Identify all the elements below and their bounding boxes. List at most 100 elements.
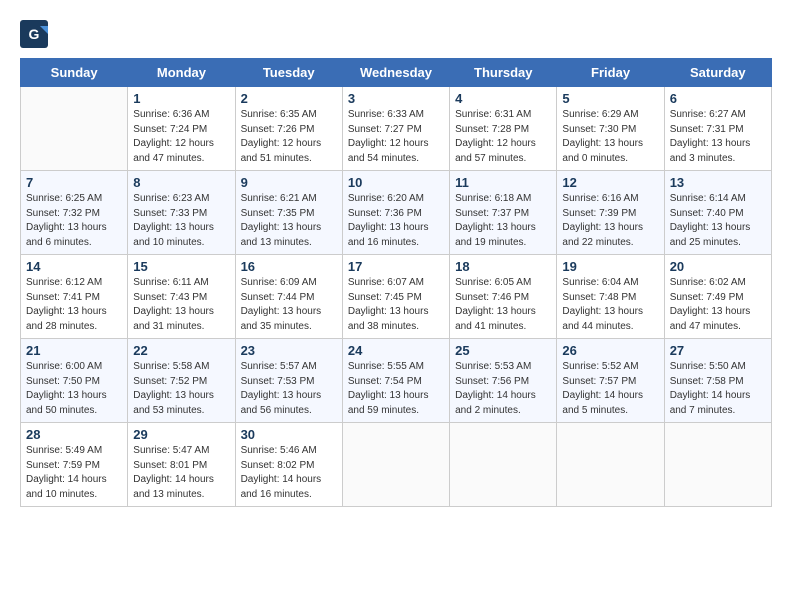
day-number: 19 [562,259,658,274]
day-info: Sunrise: 6:21 AMSunset: 7:35 PMDaylight:… [241,192,337,250]
day-info: Sunrise: 5:49 AMSunset: 7:59 PMDaylight:… [26,444,122,502]
day-number: 25 [455,343,551,358]
calendar-cell: 11 Sunrise: 6:18 AMSunset: 7:37 PMDayligh… [450,171,557,255]
day-number: 9 [241,175,337,190]
day-number: 21 [26,343,122,358]
calendar-cell [664,423,771,507]
day-number: 22 [133,343,229,358]
day-info: Sunrise: 6:09 AMSunset: 7:44 PMDaylight:… [241,276,337,334]
day-number: 15 [133,259,229,274]
calendar-cell: 22 Sunrise: 5:58 AMSunset: 7:52 PMDayligh… [128,339,235,423]
calendar-cell [21,87,128,171]
calendar-cell: 23 Sunrise: 5:57 AMSunset: 7:53 PMDayligh… [235,339,342,423]
day-info: Sunrise: 5:55 AMSunset: 7:54 PMDaylight:… [348,360,444,418]
calendar-cell [342,423,449,507]
calendar-cell: 1 Sunrise: 6:36 AMSunset: 7:24 PMDaylight… [128,87,235,171]
calendar-cell: 8 Sunrise: 6:23 AMSunset: 7:33 PMDaylight… [128,171,235,255]
day-info: Sunrise: 6:35 AMSunset: 7:26 PMDaylight:… [241,108,337,166]
day-number: 26 [562,343,658,358]
day-info: Sunrise: 6:04 AMSunset: 7:48 PMDaylight:… [562,276,658,334]
calendar-cell: 6 Sunrise: 6:27 AMSunset: 7:31 PMDaylight… [664,87,771,171]
calendar-cell: 15 Sunrise: 6:11 AMSunset: 7:43 PMDayligh… [128,255,235,339]
day-info: Sunrise: 6:33 AMSunset: 7:27 PMDaylight:… [348,108,444,166]
day-info: Sunrise: 6:36 AMSunset: 7:24 PMDaylight:… [133,108,229,166]
calendar-cell: 2Sunrise: 6:35 AMSunset: 7:26 PMDaylight… [235,87,342,171]
day-number: 17 [348,259,444,274]
day-number: 16 [241,259,337,274]
day-number: 29 [133,427,229,442]
day-info: Sunrise: 6:20 AMSunset: 7:36 PMDaylight:… [348,192,444,250]
day-number: 7 [26,175,122,190]
calendar-week-3: 14 Sunrise: 6:12 AMSunset: 7:41 PMDayligh… [21,255,772,339]
day-info: Sunrise: 6:23 AMSunset: 7:33 PMDaylight:… [133,192,229,250]
day-number: 28 [26,427,122,442]
calendar-cell: 10 Sunrise: 6:20 AMSunset: 7:36 PMDayligh… [342,171,449,255]
weekday-header-thursday: Thursday [450,59,557,87]
day-info: Sunrise: 5:46 AMSunset: 8:02 PMDaylight:… [241,444,337,502]
weekday-header-wednesday: Wednesday [342,59,449,87]
weekday-header-saturday: Saturday [664,59,771,87]
day-info: Sunrise: 6:11 AMSunset: 7:43 PMDaylight:… [133,276,229,334]
calendar-cell: 21 Sunrise: 6:00 AMSunset: 7:50 PMDayligh… [21,339,128,423]
page-header: G [20,20,772,48]
day-info: Sunrise: 6:00 AMSunset: 7:50 PMDaylight:… [26,360,122,418]
day-number: 24 [348,343,444,358]
weekday-header-tuesday: Tuesday [235,59,342,87]
day-number: 12 [562,175,658,190]
day-info: Sunrise: 5:58 AMSunset: 7:52 PMDaylight:… [133,360,229,418]
day-number: 6 [670,91,766,106]
logo: G [20,20,50,48]
day-number: 23 [241,343,337,358]
logo-icon: G [20,20,48,48]
calendar-cell: 29 Sunrise: 5:47 AMSunset: 8:01 PMDayligh… [128,423,235,507]
day-info: Sunrise: 5:50 AMSunset: 7:58 PMDaylight:… [670,360,766,418]
weekday-header-monday: Monday [128,59,235,87]
calendar-cell [557,423,664,507]
day-number: 8 [133,175,229,190]
calendar-week-5: 28 Sunrise: 5:49 AMSunset: 7:59 PMDayligh… [21,423,772,507]
day-info: Sunrise: 5:57 AMSunset: 7:53 PMDaylight:… [241,360,337,418]
calendar-cell: 25Sunrise: 5:53 AMSunset: 7:56 PMDayligh… [450,339,557,423]
calendar-cell: 3Sunrise: 6:33 AMSunset: 7:27 PMDaylight… [342,87,449,171]
calendar-cell: 9 Sunrise: 6:21 AMSunset: 7:35 PMDaylight… [235,171,342,255]
calendar-cell: 17 Sunrise: 6:07 AMSunset: 7:45 PMDayligh… [342,255,449,339]
day-info: Sunrise: 6:29 AMSunset: 7:30 PMDaylight:… [562,108,658,166]
day-number: 4 [455,91,551,106]
calendar-cell: 14 Sunrise: 6:12 AMSunset: 7:41 PMDayligh… [21,255,128,339]
day-number: 18 [455,259,551,274]
weekday-header-friday: Friday [557,59,664,87]
calendar-cell: 12 Sunrise: 6:16 AMSunset: 7:39 PMDayligh… [557,171,664,255]
day-info: Sunrise: 5:47 AMSunset: 8:01 PMDaylight:… [133,444,229,502]
calendar-cell: 7Sunrise: 6:25 AMSunset: 7:32 PMDaylight… [21,171,128,255]
day-info: Sunrise: 6:07 AMSunset: 7:45 PMDaylight:… [348,276,444,334]
calendar-cell: 13 Sunrise: 6:14 AMSunset: 7:40 PMDayligh… [664,171,771,255]
svg-text:G: G [29,26,40,42]
calendar-table: SundayMondayTuesdayWednesdayThursdayFrid… [20,58,772,507]
day-number: 13 [670,175,766,190]
day-number: 14 [26,259,122,274]
day-number: 20 [670,259,766,274]
day-info: Sunrise: 6:12 AMSunset: 7:41 PMDaylight:… [26,276,122,334]
calendar-cell: 26 Sunrise: 5:52 AMSunset: 7:57 PMDayligh… [557,339,664,423]
calendar-cell: 5Sunrise: 6:29 AMSunset: 7:30 PMDaylight… [557,87,664,171]
day-number: 30 [241,427,337,442]
calendar-cell: 16 Sunrise: 6:09 AMSunset: 7:44 PMDayligh… [235,255,342,339]
day-info: Sunrise: 5:52 AMSunset: 7:57 PMDaylight:… [562,360,658,418]
day-number: 10 [348,175,444,190]
calendar-header: SundayMondayTuesdayWednesdayThursdayFrid… [21,59,772,87]
day-info: Sunrise: 6:14 AMSunset: 7:40 PMDaylight:… [670,192,766,250]
day-info: Sunrise: 6:02 AMSunset: 7:49 PMDaylight:… [670,276,766,334]
day-number: 1 [133,91,229,106]
calendar-week-4: 21 Sunrise: 6:00 AMSunset: 7:50 PMDayligh… [21,339,772,423]
day-info: Sunrise: 6:27 AMSunset: 7:31 PMDaylight:… [670,108,766,166]
day-info: Sunrise: 6:31 AMSunset: 7:28 PMDaylight:… [455,108,551,166]
calendar-cell: 28 Sunrise: 5:49 AMSunset: 7:59 PMDayligh… [21,423,128,507]
day-info: Sunrise: 6:18 AMSunset: 7:37 PMDaylight:… [455,192,551,250]
calendar-cell: 30 Sunrise: 5:46 AMSunset: 8:02 PMDayligh… [235,423,342,507]
calendar-cell: 20 Sunrise: 6:02 AMSunset: 7:49 PMDayligh… [664,255,771,339]
calendar-cell: 19 Sunrise: 6:04 AMSunset: 7:48 PMDayligh… [557,255,664,339]
calendar-cell: 18Sunrise: 6:05 AMSunset: 7:46 PMDayligh… [450,255,557,339]
day-number: 11 [455,175,551,190]
day-info: Sunrise: 6:16 AMSunset: 7:39 PMDaylight:… [562,192,658,250]
calendar-week-1: 1 Sunrise: 6:36 AMSunset: 7:24 PMDaylight… [21,87,772,171]
